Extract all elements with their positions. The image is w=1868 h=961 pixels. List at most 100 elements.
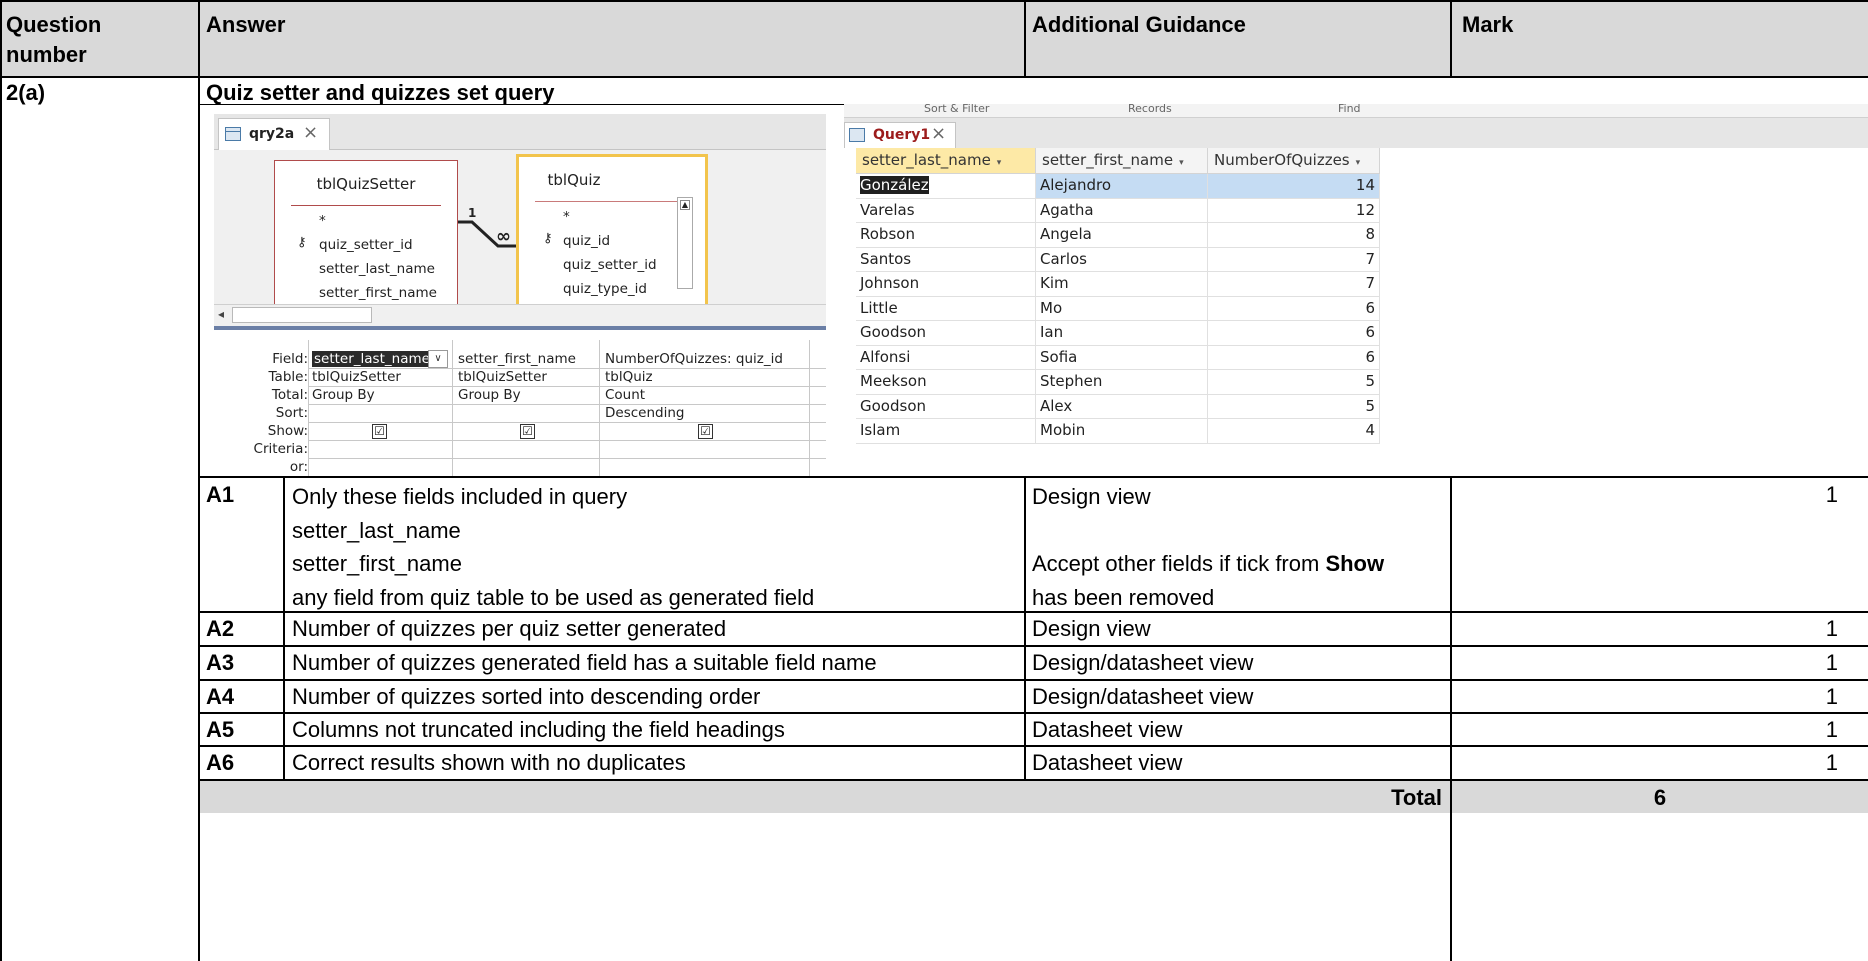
datasheet-cell[interactable]: Kim: [1036, 272, 1208, 297]
field-setter-first-name[interactable]: setter_first_name: [319, 285, 437, 301]
datasheet-cell[interactable]: Alex: [1036, 394, 1208, 419]
design-table-cell[interactable]: tblQuiz: [605, 368, 653, 386]
datasheet-cell[interactable]: Goodson: [856, 394, 1036, 419]
grid-divider: [599, 340, 600, 476]
design-field-cell[interactable]: setter_last_name: [312, 350, 432, 368]
tab-query1[interactable]: Query1 ×: [844, 122, 956, 148]
answer-line: any field from quiz table to be used as …: [292, 584, 815, 610]
design-field-cell[interactable]: setter_first_name: [458, 350, 576, 368]
design-table-cell[interactable]: tblQuizSetter: [458, 368, 547, 386]
design-sort-cell[interactable]: Descending: [605, 404, 684, 422]
design-total-cell[interactable]: Group By: [458, 386, 521, 404]
datasheet-cell[interactable]: 6: [1208, 321, 1380, 346]
datasheet-cell[interactable]: Goodson: [856, 321, 1036, 346]
sort-arrow-icon[interactable]: ▾: [1356, 158, 1361, 168]
design-total-cell[interactable]: Group By: [312, 386, 375, 404]
datasheet-cell[interactable]: 12: [1208, 198, 1380, 223]
cell-value: Santos: [860, 249, 912, 268]
scroll-left-icon[interactable]: ◂: [218, 307, 224, 321]
sort-arrow-icon[interactable]: ▾: [1179, 158, 1184, 168]
column-header-label: setter_first_name: [1042, 151, 1174, 169]
table-tblquiz[interactable]: tblQuiz * ⚷ quiz_id quiz_setter_id quiz_…: [516, 154, 708, 321]
design-tab-title: qry2a: [249, 126, 295, 142]
datasheet-cell[interactable]: 14: [1208, 174, 1380, 199]
cell-value: 7: [1365, 249, 1375, 268]
field-quiz-type-id[interactable]: quiz_type_id: [563, 281, 647, 297]
datasheet-cell[interactable]: Ian: [1036, 321, 1208, 346]
datasheet-cell[interactable]: Santos: [856, 247, 1036, 272]
datasheet-cell[interactable]: Mobin: [1036, 419, 1208, 444]
datasheet-cell[interactable]: 4: [1208, 419, 1380, 444]
guidance-bold: Show: [1325, 551, 1385, 576]
close-icon[interactable]: ×: [931, 123, 946, 144]
datasheet-cell[interactable]: Islam: [856, 419, 1036, 444]
grid-line: [0, 0, 1868, 2]
row-label-sort: Sort:: [275, 405, 308, 421]
datasheet-cell[interactable]: 5: [1208, 394, 1380, 419]
field-star[interactable]: *: [319, 213, 326, 229]
criterion-answer: Correct results shown with no duplicates: [292, 750, 686, 775]
guidance-text: Accept other fields if tick from: [1032, 551, 1326, 576]
design-table-cell[interactable]: tblQuizSetter: [312, 368, 401, 386]
field-quiz-id[interactable]: quiz_id: [563, 233, 610, 249]
chevron-down-icon[interactable]: ∨: [428, 350, 448, 368]
datasheet-cell[interactable]: Varelas: [856, 198, 1036, 223]
datasheet-cell[interactable]: Alejandro: [1036, 174, 1208, 199]
relationship-many-label: ∞: [496, 226, 511, 247]
selected-field[interactable]: setter_last_name: [312, 351, 432, 367]
criterion-guidance: Datasheet view: [1032, 717, 1183, 742]
cell-value: 6: [1365, 347, 1375, 366]
tab-qry2a[interactable]: qry2a ×: [218, 118, 330, 150]
datasheet-cell[interactable]: Meekson: [856, 370, 1036, 395]
question-number-header-line2: number: [6, 42, 87, 67]
criterion-answer: Number of quizzes generated field has a …: [292, 650, 877, 675]
datasheet-cell[interactable]: 8: [1208, 223, 1380, 248]
design-total-cell[interactable]: Count: [605, 386, 645, 404]
query-icon: [849, 128, 865, 142]
criterion-answer: Number of quizzes sorted into descending…: [292, 684, 761, 709]
datasheet-cell[interactable]: Alfonsi: [856, 345, 1036, 370]
datasheet-cell[interactable]: 6: [1208, 345, 1380, 370]
criterion-mark: 1: [1825, 650, 1838, 675]
answer-header: Answer: [206, 12, 286, 37]
datasheet-cell[interactable]: Carlos: [1036, 247, 1208, 272]
field-quiz-setter-id[interactable]: quiz_setter_id: [319, 237, 413, 253]
field-setter-last-name[interactable]: setter_last_name: [319, 261, 435, 277]
datasheet-cell[interactable]: González: [856, 174, 1036, 199]
datasheet-cell[interactable]: Little: [856, 296, 1036, 321]
grid-divider: [308, 340, 309, 476]
field-quiz-setter-id[interactable]: quiz_setter_id: [563, 257, 657, 273]
sort-arrow-icon[interactable]: ▾: [997, 158, 1002, 168]
datasheet-cell[interactable]: Angela: [1036, 223, 1208, 248]
table-scrollbar[interactable]: ▲: [677, 197, 693, 289]
column-header[interactable]: NumberOfQuizzes ▾: [1208, 148, 1380, 174]
show-checkbox[interactable]: ☑: [520, 424, 535, 439]
scroll-up-icon[interactable]: ▲: [680, 200, 690, 210]
datasheet-cell[interactable]: 7: [1208, 272, 1380, 297]
guidance-line: Accept other fields if tick from Show: [1032, 547, 1384, 581]
datasheet-cell[interactable]: Robson: [856, 223, 1036, 248]
relationship-one-label: 1: [468, 206, 477, 220]
datasheet-cell[interactable]: Johnson: [856, 272, 1036, 297]
scroll-thumb[interactable]: [232, 307, 372, 323]
design-field-cell[interactable]: NumberOfQuizzes: quiz_id: [605, 350, 783, 368]
datasheet-cell[interactable]: 7: [1208, 247, 1380, 272]
datasheet-cell[interactable]: Sofia: [1036, 345, 1208, 370]
datasheet-cell[interactable]: 6: [1208, 296, 1380, 321]
field-star[interactable]: *: [563, 209, 570, 225]
table-tblquizsetter[interactable]: tblQuizSetter * ⚷ quiz_setter_id setter_…: [274, 160, 458, 325]
datasheet-cell[interactable]: Agatha: [1036, 198, 1208, 223]
criterion-guidance: Datasheet view: [1032, 750, 1183, 775]
cell-value: Mobin: [1040, 421, 1086, 439]
datasheet-cell[interactable]: Mo: [1036, 296, 1208, 321]
datasheet-cell[interactable]: Stephen: [1036, 370, 1208, 395]
show-checkbox[interactable]: ☑: [372, 424, 387, 439]
close-icon[interactable]: ×: [303, 122, 318, 143]
horizontal-scrollbar[interactable]: ◂: [214, 304, 826, 326]
column-header[interactable]: setter_last_name ▾: [856, 148, 1036, 174]
column-header[interactable]: setter_first_name ▾: [1036, 148, 1208, 174]
show-checkbox[interactable]: ☑: [698, 424, 713, 439]
datasheet-cell[interactable]: 5: [1208, 370, 1380, 395]
column-header-label: NumberOfQuizzes: [1214, 151, 1350, 169]
criterion-id: A2: [206, 616, 235, 641]
